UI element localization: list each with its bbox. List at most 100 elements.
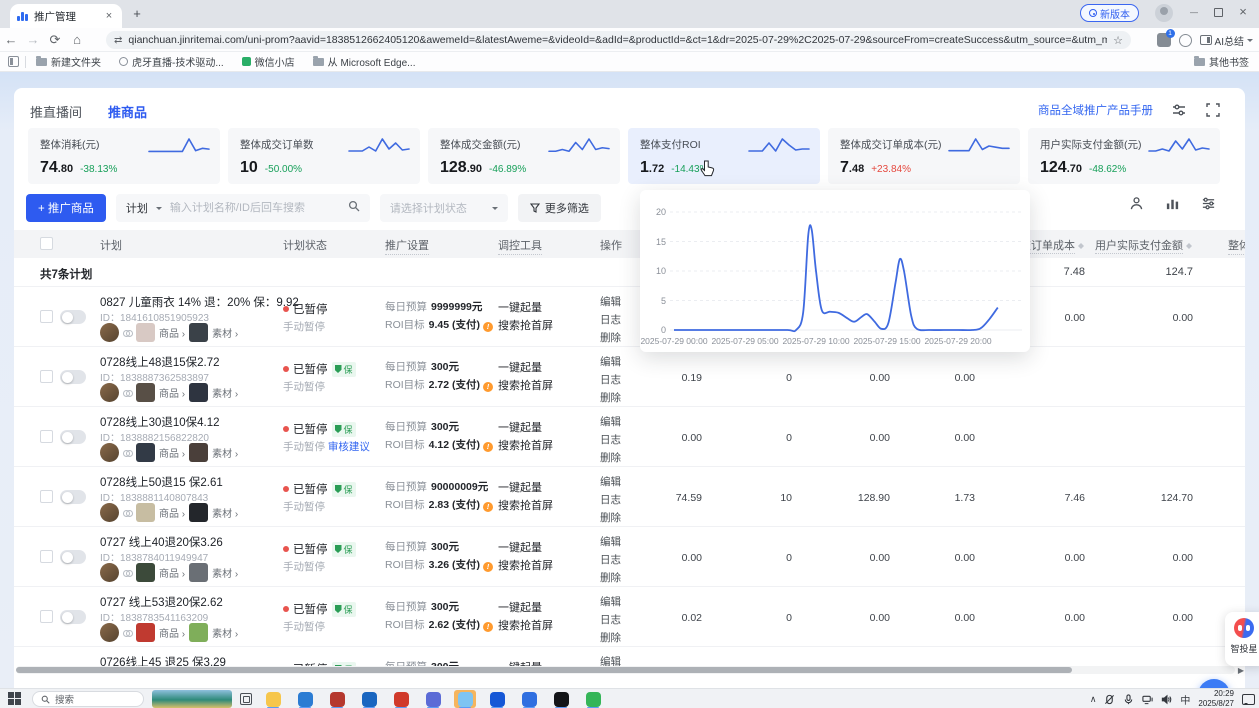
edit-link[interactable]: 编辑 [600, 534, 621, 549]
fullscreen-icon[interactable] [1205, 102, 1221, 118]
home-icon[interactable]: ⌂ [66, 32, 88, 47]
select-all-checkbox[interactable] [40, 237, 53, 250]
new-version-badge[interactable]: 新版本 [1080, 4, 1139, 22]
product-link[interactable]: 商品 › [159, 385, 185, 400]
material-link[interactable]: 素材 › [212, 625, 238, 640]
edit-link[interactable]: 编辑 [600, 654, 621, 666]
edge-icon[interactable] [294, 690, 316, 708]
row-toggle[interactable] [60, 490, 86, 504]
tray-expand-icon[interactable]: ∧ [1090, 694, 1097, 705]
other-bookmarks[interactable]: 其他书签 [1194, 54, 1249, 69]
log-link[interactable]: 日志 [600, 372, 621, 387]
edit-link[interactable]: 编辑 [600, 414, 621, 429]
handbook-link[interactable]: 商品全域推广产品手册 [1038, 102, 1153, 118]
delete-link[interactable]: 删除 [600, 330, 621, 345]
row-toggle[interactable] [60, 370, 86, 384]
outlook-icon[interactable] [358, 690, 380, 708]
taskbar-clock[interactable]: 20:29 2025/8/27 [1198, 689, 1234, 708]
row-checkbox[interactable] [40, 490, 53, 503]
search-top-screen-link[interactable]: 搜索抢首屏 [498, 497, 553, 513]
microphone-icon[interactable] [1123, 694, 1134, 705]
log-link[interactable]: 日志 [600, 312, 621, 327]
row-checkbox[interactable] [40, 430, 53, 443]
log-link[interactable]: 日志 [600, 492, 621, 507]
speaker-icon[interactable] [1161, 694, 1172, 705]
product-link[interactable]: 商品 › [159, 565, 185, 580]
material-link[interactable]: 素材 › [212, 565, 238, 580]
delete-link[interactable]: 删除 [600, 390, 621, 405]
delete-link[interactable]: 删除 [600, 510, 621, 525]
blue-circle-app-icon[interactable] [486, 690, 508, 708]
taskbar-search[interactable]: 搜索 [32, 691, 144, 707]
back-icon[interactable]: ← [0, 32, 22, 47]
stat-card[interactable]: 整体成交订单成本(元)7.48+23.84% [828, 128, 1020, 184]
douyin-icon[interactable] [550, 690, 572, 708]
tab-live-room[interactable]: 推直播间 [30, 102, 82, 121]
store-app-icon[interactable] [326, 690, 348, 708]
log-link[interactable]: 日志 [600, 552, 621, 567]
settings-sliders-icon[interactable] [1171, 102, 1187, 118]
row-toggle[interactable] [60, 430, 86, 444]
start-button[interactable] [8, 692, 21, 705]
zhitouxing-widget[interactable]: 智投星 [1225, 612, 1259, 666]
plan-status-select[interactable]: 请选择计划状态 [380, 194, 508, 222]
network-display-icon[interactable] [1142, 694, 1153, 705]
site-settings-icon[interactable]: ⇄ [114, 35, 122, 46]
file-explorer-icon[interactable] [262, 690, 284, 708]
edit-link[interactable]: 编辑 [600, 594, 621, 609]
url-bar[interactable]: ⇄ qianchuan.jinritemai.com/uni-prom?aavi… [106, 31, 1131, 49]
bookmark-item[interactable]: 微信小店 [242, 54, 295, 69]
one-key-boost-link[interactable]: 一键起量 [498, 659, 542, 666]
new-tab-button[interactable] [130, 7, 144, 21]
scrollbar-thumb[interactable] [16, 667, 1072, 673]
bookmark-item[interactable]: 从 Microsoft Edge... [313, 54, 416, 69]
more-filters-button[interactable]: 更多筛选 [518, 194, 601, 222]
edit-link[interactable]: 编辑 [600, 474, 621, 489]
ime-indicator[interactable]: 中 [1180, 692, 1190, 707]
one-key-boost-link[interactable]: 一键起量 [498, 539, 542, 555]
window-minimize-button[interactable] [1188, 6, 1200, 18]
weather-widget-thumbnail[interactable] [152, 690, 232, 708]
ai-summary-button[interactable]: AI总结 [1200, 33, 1253, 48]
product-link[interactable]: 商品 › [159, 325, 185, 340]
row-toggle[interactable] [60, 610, 86, 624]
tab-products[interactable]: 推商品 [108, 102, 147, 121]
material-link[interactable]: 素材 › [212, 505, 238, 520]
delete-link[interactable]: 删除 [600, 570, 621, 585]
header-user-paid-sort[interactable]: 用户实际支付金额 [1090, 237, 1193, 253]
purple-app-icon[interactable] [422, 690, 444, 708]
search-top-screen-link[interactable]: 搜索抢首屏 [498, 377, 553, 393]
delete-link[interactable]: 删除 [600, 450, 621, 465]
reading-list-icon[interactable] [8, 56, 19, 67]
stat-card[interactable]: 整体成交金额(元)128.90-46.89% [428, 128, 620, 184]
product-link[interactable]: 商品 › [159, 625, 185, 640]
green-app-icon[interactable] [582, 690, 604, 708]
input-device-icon[interactable] [1104, 694, 1115, 705]
scroll-right-arrow-icon[interactable] [1238, 666, 1244, 675]
column-settings-icon[interactable] [1201, 196, 1217, 212]
delete-link[interactable]: 删除 [600, 630, 621, 645]
window-maximize-button[interactable] [1214, 8, 1223, 17]
stat-card[interactable]: 用户实际支付金额(元)124.70-48.62% [1028, 128, 1220, 184]
material-link[interactable]: 素材 › [212, 445, 238, 460]
product-link[interactable]: 商品 › [159, 505, 185, 520]
task-view-icon[interactable] [240, 693, 252, 705]
reload-icon[interactable]: ⟳ [44, 32, 66, 48]
row-checkbox[interactable] [40, 370, 53, 383]
audience-person-icon[interactable] [1129, 196, 1145, 212]
one-key-boost-link[interactable]: 一键起量 [498, 479, 542, 495]
plan-search-input[interactable] [170, 202, 340, 214]
bookmark-item[interactable]: 新建文件夹 [36, 54, 101, 69]
review-suggestion-link[interactable]: 审核建议 [328, 441, 370, 453]
search-top-screen-link[interactable]: 搜索抢首屏 [498, 617, 553, 633]
forward-icon[interactable]: → [22, 32, 44, 47]
stat-card[interactable]: 整体支付ROI1.72-14.43% [628, 128, 820, 184]
bookmark-star-icon[interactable]: ☆ [1113, 34, 1123, 47]
row-checkbox[interactable] [40, 610, 53, 623]
edit-link[interactable]: 编辑 [600, 294, 621, 309]
tab-close-icon[interactable] [103, 10, 115, 22]
browser-tab[interactable]: 推广管理 [10, 4, 122, 28]
material-link[interactable]: 素材 › [212, 385, 238, 400]
row-toggle[interactable] [60, 310, 86, 324]
edit-link[interactable]: 编辑 [600, 354, 621, 369]
